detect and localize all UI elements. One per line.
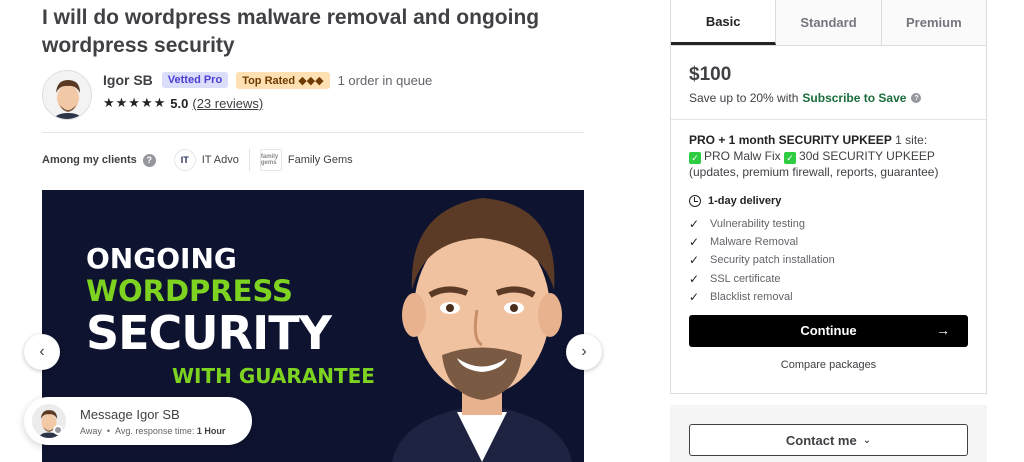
chevron-right-icon: › — [581, 343, 587, 360]
hero-line-3: SECURITY — [86, 306, 332, 360]
vetted-pro-badge[interactable]: Vetted Pro — [161, 72, 229, 88]
compare-packages-link[interactable]: Compare packages — [689, 359, 968, 371]
top-rated-badge[interactable]: Top Rated ◆◆◆ — [236, 71, 330, 89]
list-item: ✓ Blacklist removal — [689, 288, 968, 306]
seller-name[interactable]: Igor SB — [103, 72, 153, 88]
gig-title: I will do wordpress malware removal and … — [42, 6, 540, 57]
orders-in-queue: 1 order in queue — [337, 72, 433, 88]
message-title: Message Igor SB — [80, 406, 180, 422]
clients-label: Among my clients — [42, 154, 137, 166]
away-status-icon — [53, 425, 63, 435]
seller-avatar-image — [43, 71, 91, 119]
status-text: Away — [80, 425, 102, 436]
hero-line-4: WITH GUARANTEE — [172, 364, 375, 388]
list-item: ✓ Security patch installation — [689, 251, 968, 269]
package-panel: Basic Standard Premium $100 Save up to 2… — [670, 0, 987, 394]
list-item: ✓ Vulnerability testing — [689, 215, 968, 233]
feature-label: Blacklist removal — [710, 290, 793, 303]
clock-icon — [689, 195, 701, 207]
client-name: IT Advo — [201, 154, 239, 166]
delivery-text: 1-day delivery — [708, 195, 782, 207]
contact-section: Contact me ⌄ — [670, 405, 987, 462]
package-title: PRO + 1 month SECURITY UPKEEP — [689, 133, 892, 147]
client-separator — [248, 149, 250, 171]
green-check-icon: ✓ — [784, 152, 797, 164]
star-rating-icon: ★★★★★ — [103, 95, 167, 110]
check-icon: ✓ — [689, 289, 700, 304]
divider — [42, 132, 584, 133]
client-logo-icon: IT — [173, 149, 196, 171]
chevron-down-icon: ⌄ — [862, 434, 872, 446]
package-item-2: 30d SECURITY UPKEEP — [799, 149, 935, 163]
chevron-left-icon: ‹ — [39, 343, 45, 360]
info-icon[interactable]: ? — [911, 93, 922, 103]
message-seller-button[interactable]: Message Igor SB Away • Avg. response tim… — [24, 397, 252, 445]
continue-label: Continue — [800, 323, 857, 339]
tab-basic[interactable]: Basic — [671, 0, 777, 45]
gallery-next-button[interactable]: › — [566, 334, 602, 370]
continue-button[interactable]: Continue → — [689, 314, 968, 347]
package-tabs: Basic Standard Premium — [671, 0, 986, 46]
package-item-1: PRO Malw Fix — [704, 149, 781, 163]
rating-value: 5.0 — [170, 95, 189, 111]
package-description: PRO + 1 month SECURITY UPKEEP 1 site: ✓ P… — [689, 132, 968, 180]
package-price: $100 — [689, 64, 732, 85]
check-icon: ✓ — [689, 217, 700, 232]
reviews-link[interactable]: (23 reviews) — [192, 96, 263, 111]
check-icon: ✓ — [689, 271, 700, 286]
subscribe-to-save-link[interactable]: Subscribe to Save — [802, 91, 906, 105]
seller-avatar[interactable] — [42, 70, 92, 120]
bullet-separator: • — [106, 425, 111, 436]
check-icon: ✓ — [689, 235, 700, 250]
package-title-suffix: 1 site: — [895, 133, 928, 147]
tab-standard[interactable]: Standard — [776, 0, 882, 45]
arrow-right-icon: → — [936, 321, 950, 338]
save-text: Save up to 20% with — [689, 91, 799, 105]
list-item: ✓ SSL certificate — [689, 270, 968, 288]
features-list: ✓ Vulnerability testing ✓ Malware Removal … — [689, 215, 968, 306]
clients-row: Among my clients ? IT IT Advo family gem… — [42, 148, 353, 172]
package-description-rest: (updates, premium firewall, reports, gua… — [689, 165, 939, 179]
help-icon[interactable]: ? — [142, 153, 156, 167]
response-value: 1 Hour — [196, 425, 226, 436]
hero-portrait-illustration — [392, 198, 572, 462]
delivery-time: 1-day delivery — [689, 195, 968, 207]
contact-label: Contact me — [785, 432, 857, 448]
green-check-icon: ✓ — [689, 152, 701, 164]
check-icon: ✓ — [689, 253, 700, 268]
response-label: Avg. response time: — [115, 425, 195, 436]
client-it-advo[interactable]: IT IT Advo — [156, 149, 239, 171]
client-family-gems[interactable]: family gems Family Gems — [259, 149, 353, 171]
feature-label: SSL certificate — [710, 272, 781, 285]
feature-label: Vulnerability testing — [710, 218, 805, 231]
hero-line-2: WORDPRESS — [86, 274, 293, 308]
tab-premium[interactable]: Premium — [881, 0, 986, 45]
feature-label: Malware Removal — [710, 236, 799, 249]
list-item: ✓ Malware Removal — [689, 233, 968, 251]
gallery-prev-button[interactable]: ‹ — [24, 334, 60, 370]
client-name: Family Gems — [287, 154, 353, 166]
divider — [671, 119, 986, 120]
client-logo-icon: family gems — [259, 149, 282, 171]
hero-line-1: ONGOING — [86, 242, 237, 275]
feature-label: Security patch installation — [710, 254, 835, 267]
seller-overview: Igor SB Vetted Pro Top Rated ◆◆◆ 1 order… — [42, 70, 432, 120]
contact-me-button[interactable]: Contact me ⌄ — [689, 424, 968, 456]
